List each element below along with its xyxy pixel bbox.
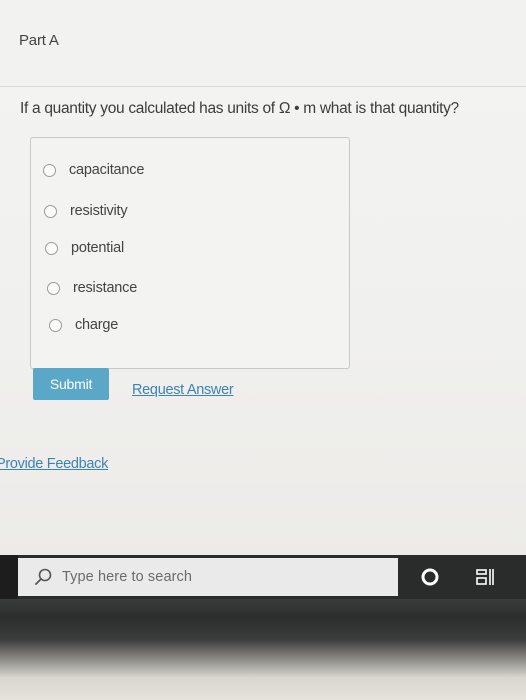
radio-button[interactable] [44,204,57,218]
request-answer-link[interactable]: Request Answer [132,382,234,398]
submit-button[interactable]: Submit [33,368,109,400]
choice-label: charge [75,317,119,333]
start-button[interactable] [0,555,18,599]
choice-label: potential [71,240,125,256]
browser-content: Part A If a quantity you calculated has … [0,0,526,555]
monitor-bezel [0,599,526,700]
choice-label: resistance [73,280,138,296]
cortana-icon[interactable] [420,567,440,587]
search-icon [35,568,52,585]
choices-box: capacitance resistivity potential resist… [30,137,350,369]
search-placeholder: Type here to search [62,569,193,585]
choice-resistance[interactable]: resistance [47,280,137,296]
choice-capacitance[interactable]: capacitance [43,162,144,178]
choice-label: resistivity [70,203,128,219]
choice-potential[interactable]: potential [45,240,124,256]
radio-button[interactable] [45,241,58,255]
choice-label: capacitance [69,162,145,178]
choice-resistivity[interactable]: resistivity [44,203,128,219]
part-header: Part A [0,0,526,87]
taskbar: Type here to search [0,555,526,599]
radio-button[interactable] [43,163,56,177]
radio-button[interactable] [47,281,60,295]
taskbar-search-box[interactable]: Type here to search [18,558,398,596]
provide-feedback-link[interactable]: Provide Feedback [0,456,108,472]
part-title: Part A [19,32,59,49]
task-view-icon[interactable] [474,566,496,588]
choice-charge[interactable]: charge [49,317,118,333]
radio-button[interactable] [49,318,62,332]
question-text: If a quantity you calculated has units o… [20,100,459,117]
